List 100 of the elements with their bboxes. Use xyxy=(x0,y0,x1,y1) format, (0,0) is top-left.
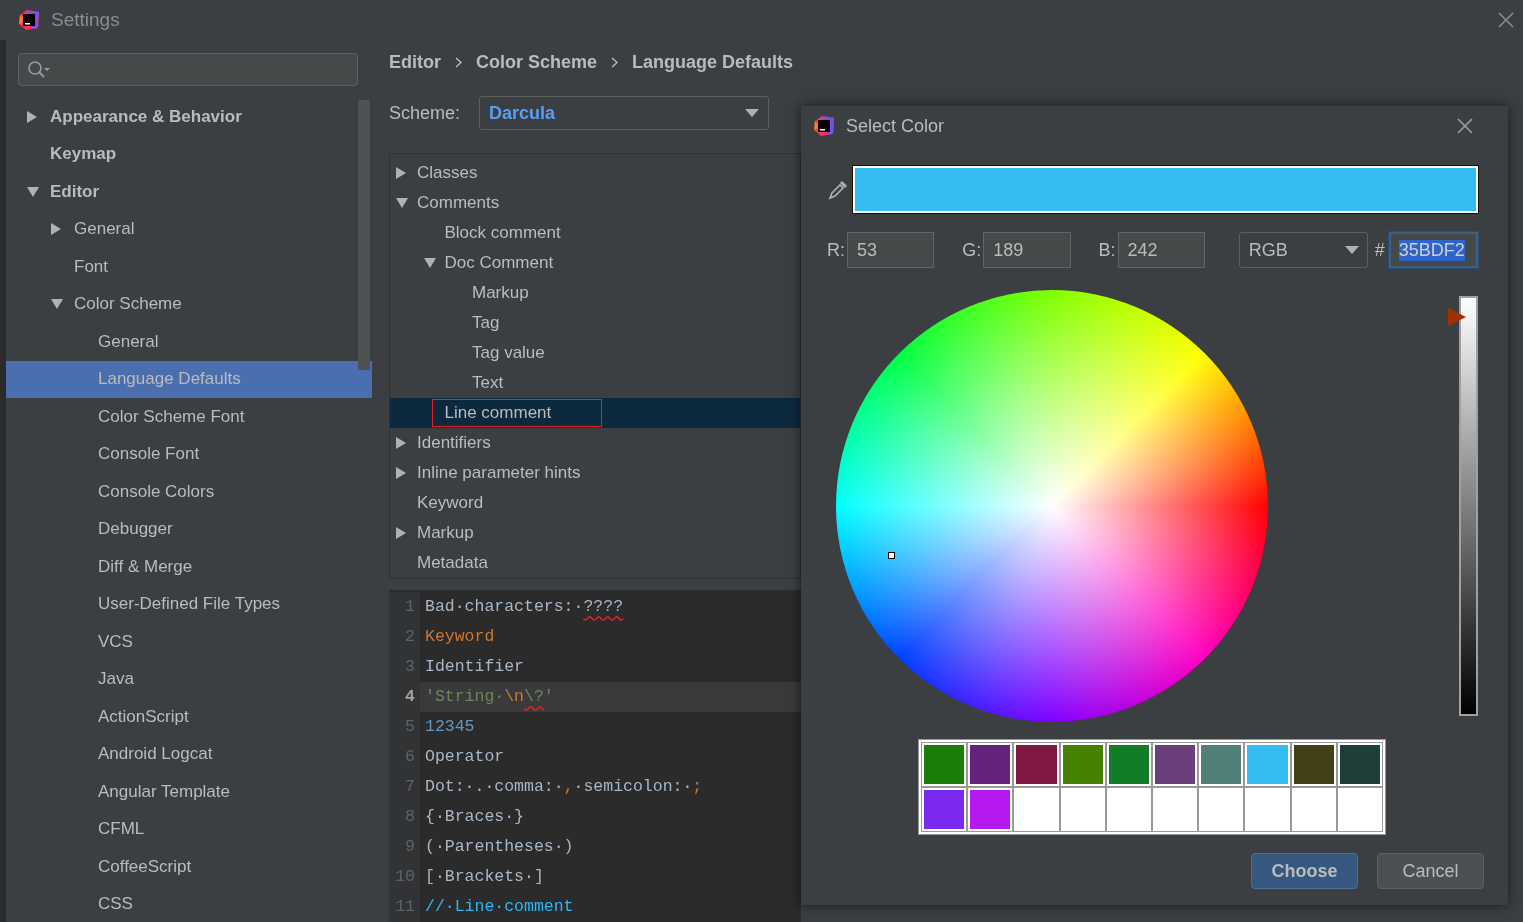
color-swatch[interactable] xyxy=(921,742,968,787)
caret-right-icon[interactable] xyxy=(395,466,407,480)
color-swatch[interactable] xyxy=(1059,787,1106,832)
tree-item[interactable]: Tag value xyxy=(390,338,800,368)
color-swatch[interactable] xyxy=(1105,742,1152,787)
color-swatch[interactable] xyxy=(1244,742,1291,787)
tree-item[interactable]: Doc Comment xyxy=(390,248,800,278)
hex-label: # xyxy=(1374,239,1385,261)
tree-item[interactable]: Text xyxy=(390,368,800,398)
tree-item[interactable]: Inline parameter hints xyxy=(390,458,800,488)
color-swatch[interactable] xyxy=(1013,742,1060,787)
code-line: 12345 xyxy=(424,716,476,738)
color-swatch[interactable] xyxy=(1152,787,1199,832)
window-title: Settings xyxy=(51,9,121,31)
cancel-button[interactable]: Cancel xyxy=(1377,853,1484,889)
color-swatch[interactable] xyxy=(1198,787,1245,832)
tree-item[interactable]: Markup xyxy=(390,278,800,308)
chevron-right-icon xyxy=(611,56,619,68)
color-swatch[interactable] xyxy=(1290,787,1337,832)
color-swatch[interactable] xyxy=(1059,742,1106,787)
sidebar-item[interactable]: Color Scheme Font xyxy=(6,398,372,436)
color-swatch[interactable] xyxy=(967,787,1014,832)
scrollbar-thumb[interactable] xyxy=(358,100,370,370)
caret-down-icon[interactable] xyxy=(26,185,40,198)
code-line: Keyword xyxy=(424,626,496,648)
sidebar-item[interactable]: Debugger xyxy=(6,510,372,548)
tree-item[interactable]: Metadata xyxy=(390,548,800,578)
sidebar-item[interactable]: Font xyxy=(6,248,372,286)
field-label: G: xyxy=(962,239,982,261)
app-logo-icon xyxy=(18,9,40,31)
number-field[interactable]: 189 xyxy=(983,232,1071,268)
mode-dropdown[interactable]: RGB xyxy=(1238,232,1368,268)
tree-item[interactable]: Tag xyxy=(390,308,800,338)
search-field[interactable] xyxy=(18,53,358,86)
tree-item[interactable]: Markup xyxy=(390,518,800,548)
caret-right-icon[interactable] xyxy=(395,166,407,180)
sidebar-item[interactable]: User-Defined File Types xyxy=(6,585,372,623)
tree-item[interactable]: Keyword xyxy=(390,488,800,518)
breadcrumb[interactable]: Color Scheme xyxy=(476,51,598,73)
brightness-slider[interactable] xyxy=(1448,296,1478,716)
eyedropper-icon[interactable] xyxy=(827,178,849,201)
scheme-dropdown[interactable]: Darcula xyxy=(479,96,769,130)
caret-down-icon[interactable] xyxy=(395,197,409,209)
tree-item[interactable]: Classes xyxy=(390,158,800,188)
color-swatch[interactable] xyxy=(1336,787,1383,832)
code-line: Operator xyxy=(424,746,506,768)
sidebar-item[interactable]: Console Colors xyxy=(6,473,372,511)
code-line: {·Braces·} xyxy=(424,806,526,828)
caret-down-icon[interactable] xyxy=(422,257,437,269)
color-swatch[interactable] xyxy=(1244,787,1291,832)
color-swatch[interactable] xyxy=(1336,742,1383,787)
code-line: Identifier xyxy=(424,656,526,678)
choose-button[interactable]: Choose xyxy=(1251,853,1358,889)
chevron-right-icon xyxy=(455,56,462,68)
slider-thumb[interactable] xyxy=(1448,306,1466,327)
sidebar-item[interactable]: General xyxy=(6,210,372,248)
sidebar-item[interactable]: Editor xyxy=(6,173,372,211)
color-swatch[interactable] xyxy=(1198,742,1245,787)
sidebar-item[interactable]: Angular Template xyxy=(6,773,372,811)
color-swatch[interactable] xyxy=(1290,742,1337,787)
sidebar-item[interactable]: VCS xyxy=(6,623,372,661)
sidebar-item[interactable]: CFML xyxy=(6,810,372,848)
color-swatch[interactable] xyxy=(1105,787,1152,832)
code-line: Dot:·.·comma:·,·semicolon:·; xyxy=(424,776,704,798)
color-swatch[interactable] xyxy=(921,787,968,832)
wheel-marker[interactable] xyxy=(887,551,895,559)
sidebar-item[interactable]: Android Logcat xyxy=(6,735,372,773)
close-icon[interactable] xyxy=(1498,12,1514,28)
tree-item[interactable]: Comments xyxy=(390,188,800,218)
sidebar-item[interactable]: Color Scheme xyxy=(6,285,372,323)
sidebar-item[interactable]: Java xyxy=(6,660,372,698)
tree-item[interactable]: Block comment xyxy=(390,218,800,248)
number-field[interactable]: 242 xyxy=(1117,232,1205,268)
caret-right-icon[interactable] xyxy=(26,109,38,124)
caret-right-icon[interactable] xyxy=(50,222,62,237)
caret-right-icon[interactable] xyxy=(395,526,407,540)
hex-field[interactable]: 35BDF2 xyxy=(1388,232,1479,268)
color-swatch[interactable] xyxy=(1152,742,1199,787)
code-line: Bad·characters:·???? xyxy=(424,596,625,618)
tree-item[interactable]: Line comment xyxy=(390,398,800,428)
sidebar-item[interactable]: CSS xyxy=(6,885,372,922)
sidebar-item[interactable]: CoffeeScript xyxy=(6,848,372,886)
sidebar-item[interactable]: Console Font xyxy=(6,435,372,473)
breadcrumb[interactable]: Language Defaults xyxy=(632,51,794,73)
sidebar-item[interactable]: ActionScript xyxy=(6,698,372,736)
sidebar-item[interactable]: General xyxy=(6,323,372,361)
dropdown-arrow-icon xyxy=(1344,246,1359,254)
caret-right-icon[interactable] xyxy=(395,436,407,450)
color-swatch[interactable] xyxy=(1013,787,1060,832)
dialog-title: Select Color xyxy=(846,115,946,137)
breadcrumb[interactable]: Editor xyxy=(389,51,441,73)
sidebar-item[interactable]: Keymap xyxy=(6,135,372,173)
color-swatch[interactable] xyxy=(967,742,1014,787)
line-number: 4 xyxy=(389,682,420,712)
number-field[interactable]: 53 xyxy=(847,232,935,268)
sidebar-item[interactable]: Appearance & Behavior xyxy=(6,98,372,136)
sidebar-item[interactable]: Diff & Merge xyxy=(6,548,372,586)
close-icon[interactable] xyxy=(1457,118,1473,134)
tree-item[interactable]: Identifiers xyxy=(390,428,800,458)
caret-down-icon[interactable] xyxy=(50,298,64,311)
